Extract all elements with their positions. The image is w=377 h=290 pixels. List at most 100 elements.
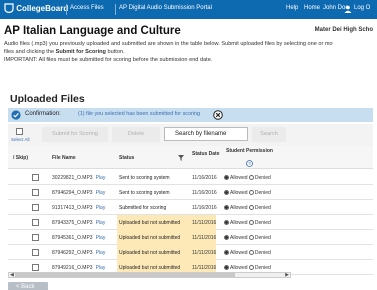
svg-text:?: ? bbox=[248, 161, 251, 166]
status-date: 11/16/2016 bbox=[192, 205, 217, 211]
help-icon[interactable]: ? bbox=[246, 160, 253, 167]
file-name: 87943375_O.MP3 Play bbox=[52, 220, 105, 226]
file-name-text: 91317413_O.MP3 bbox=[52, 205, 93, 211]
allowed-label: Allowed bbox=[230, 205, 248, 211]
denied-label: Denied bbox=[254, 235, 271, 241]
scroll-right-icon[interactable]: ▶ bbox=[285, 272, 289, 278]
allowed-label: Allowed bbox=[230, 265, 248, 271]
allowed-label: Allowed bbox=[230, 250, 248, 256]
file-name-text: 30229821_O.MP3 bbox=[52, 175, 93, 181]
divider bbox=[66, 4, 67, 15]
row-checkbox[interactable] bbox=[32, 174, 39, 181]
instructions-text: button. bbox=[105, 49, 125, 55]
allowed-label: Allowed bbox=[230, 220, 248, 226]
play-link[interactable]: Play bbox=[96, 220, 106, 226]
section-title: Uploaded Files bbox=[10, 93, 85, 105]
play-link[interactable]: Play bbox=[96, 205, 106, 211]
row-checkbox[interactable] bbox=[32, 219, 39, 226]
permission-options: Allowed Denied bbox=[224, 265, 271, 271]
file-name: 87946292_O.MP3 Play bbox=[52, 250, 105, 256]
file-name-text: 87946292_O.MP3 bbox=[52, 250, 93, 256]
instructions-emphasis: Submit for Scoring bbox=[55, 49, 106, 55]
close-icon[interactable] bbox=[213, 110, 223, 120]
row-checkbox[interactable] bbox=[32, 234, 39, 241]
file-name: 91317413_O.MP3 Play bbox=[52, 205, 105, 211]
search-input[interactable]: Search by filename bbox=[164, 127, 248, 141]
row-checkbox[interactable] bbox=[32, 264, 39, 271]
table-row: 30229821_O.MP3 Play Sent to scoring syste… bbox=[8, 170, 373, 185]
row-checkbox[interactable] bbox=[32, 249, 39, 256]
instructions-line: Audio files (.mp3) you previously upload… bbox=[4, 41, 333, 47]
play-link[interactable]: Play bbox=[96, 250, 106, 256]
scroll-left-icon[interactable]: ◀ bbox=[10, 272, 14, 278]
table-header: / Skip) File Name Status Status Date Stu… bbox=[8, 146, 373, 169]
denied-label: Denied bbox=[254, 220, 271, 226]
denied-radio[interactable] bbox=[248, 220, 254, 225]
permission-options: Allowed Denied bbox=[224, 205, 271, 211]
table-row: 91317413_O.MP3 Play Submitted for scoring… bbox=[8, 200, 373, 215]
search-button[interactable]: Search bbox=[252, 127, 286, 142]
file-name: 87945361_O.MP3 Play bbox=[52, 235, 105, 241]
allowed-label: Allowed bbox=[230, 190, 248, 196]
status-date: 11/11/2016 bbox=[192, 235, 217, 241]
play-link[interactable]: Play bbox=[96, 235, 106, 241]
home-link[interactable]: Home bbox=[304, 5, 320, 11]
instructions-text: files and clicking the bbox=[4, 49, 56, 55]
delete-button[interactable]: Delete bbox=[112, 127, 160, 142]
denied-radio[interactable] bbox=[248, 265, 254, 270]
denied-radio[interactable] bbox=[248, 205, 254, 210]
permission-options: Allowed Denied bbox=[224, 220, 271, 226]
column-header-status-date[interactable]: Status Date bbox=[192, 151, 220, 157]
allowed-radio[interactable] bbox=[224, 190, 229, 195]
row-checkbox[interactable] bbox=[32, 204, 39, 211]
denied-radio[interactable] bbox=[248, 235, 254, 240]
confirmation-message: (1) file you selected has been submitted… bbox=[78, 111, 200, 117]
scrollbar-thumb[interactable] bbox=[15, 273, 235, 277]
select-all-label[interactable]: Select All bbox=[11, 137, 30, 142]
table-toolbar: Select All Submit for Scoring Delete Sea… bbox=[8, 124, 373, 146]
logout-link[interactable]: Log O bbox=[354, 5, 370, 11]
denied-radio[interactable] bbox=[248, 190, 254, 195]
column-header-filename[interactable]: File Name bbox=[52, 155, 76, 161]
user-icon bbox=[344, 5, 352, 13]
denied-label: Denied bbox=[254, 175, 271, 181]
submit-for-scoring-button[interactable]: Submit for Scoring bbox=[42, 127, 108, 142]
allowed-radio[interactable] bbox=[224, 250, 229, 255]
row-checkbox[interactable] bbox=[32, 189, 39, 196]
help-link[interactable]: Help bbox=[286, 5, 298, 11]
acorn-logo-icon bbox=[4, 3, 14, 13]
confirmation-label: Confirmation: bbox=[25, 111, 61, 117]
allowed-radio[interactable] bbox=[224, 175, 229, 180]
access-files-link[interactable]: Access Files bbox=[70, 5, 104, 11]
status-date: 11/11/2016 bbox=[192, 250, 217, 256]
play-link[interactable]: Play bbox=[96, 190, 106, 196]
allowed-radio[interactable] bbox=[224, 235, 229, 240]
column-header-permission: Student Permission bbox=[226, 148, 273, 154]
page-title: AP Italian Language and Culture bbox=[4, 25, 181, 37]
play-link[interactable]: Play bbox=[96, 175, 106, 181]
allowed-radio[interactable] bbox=[224, 205, 229, 210]
horizontal-scrollbar[interactable]: ◀ ▶ bbox=[8, 272, 291, 278]
file-name: 87946294_O.MP3 Play bbox=[52, 190, 105, 196]
filter-icon[interactable] bbox=[178, 155, 184, 161]
permission-options: Allowed Denied bbox=[224, 235, 271, 241]
denied-label: Denied bbox=[254, 205, 271, 211]
top-navigation-bar: CollegeBoard Access Files AP Digital Aud… bbox=[0, 0, 377, 19]
allowed-radio[interactable] bbox=[224, 265, 229, 270]
denied-radio[interactable] bbox=[248, 175, 254, 180]
select-all-checkbox[interactable] bbox=[16, 128, 23, 135]
play-link[interactable]: Play bbox=[96, 265, 106, 271]
confirmation-banner: Confirmation: (1) file you selected has … bbox=[8, 108, 373, 122]
check-circle-icon bbox=[11, 110, 21, 120]
denied-radio[interactable] bbox=[248, 250, 254, 255]
table-row: 87945361_O.MP3 Play Uploaded but not subm… bbox=[8, 230, 373, 245]
allowed-label: Allowed bbox=[230, 235, 248, 241]
column-header-status[interactable]: Status bbox=[119, 155, 134, 161]
status-date: 11/16/2016 bbox=[192, 175, 217, 181]
collegeboard-logo[interactable]: CollegeBoard bbox=[4, 3, 68, 13]
allowed-radio[interactable] bbox=[224, 220, 229, 225]
denied-label: Denied bbox=[254, 265, 271, 271]
file-name-text: 87945361_O.MP3 bbox=[52, 235, 93, 241]
portal-title-link[interactable]: AP Digital Audio Submission Portal bbox=[119, 5, 212, 11]
back-button[interactable]: < Back bbox=[8, 282, 48, 290]
